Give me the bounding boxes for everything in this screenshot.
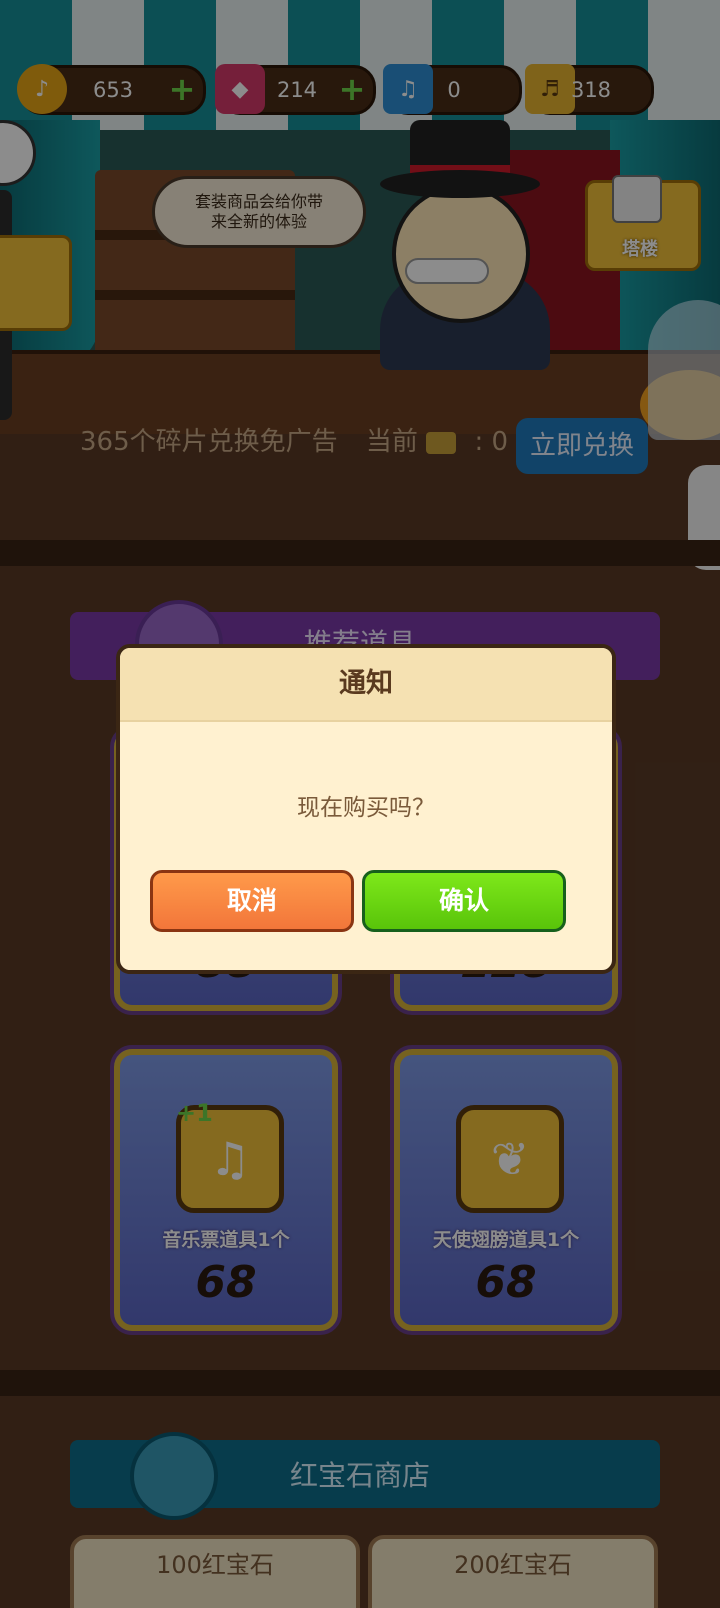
dialog-title: 通知 — [339, 668, 393, 699]
confirm-button[interactable]: 确认 — [362, 870, 566, 932]
purchase-confirm-dialog: 通知 现在购买吗？ 取消 确认 — [116, 644, 616, 974]
cancel-button[interactable]: 取消 — [150, 870, 354, 932]
dialog-message: 现在购买吗？ — [297, 795, 435, 821]
